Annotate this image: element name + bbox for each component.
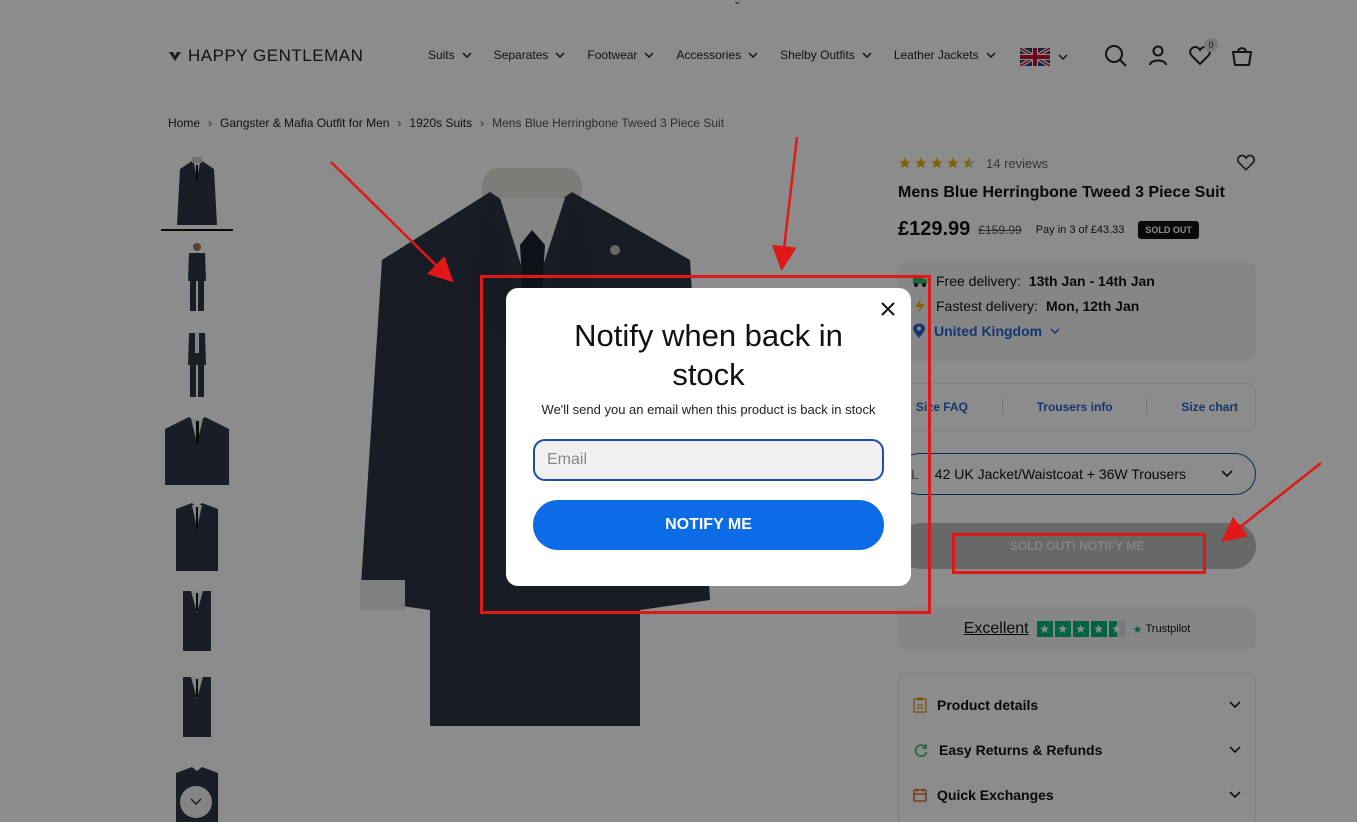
annotation-box-modal <box>480 275 931 614</box>
annotation-box-soldout <box>952 533 1206 574</box>
